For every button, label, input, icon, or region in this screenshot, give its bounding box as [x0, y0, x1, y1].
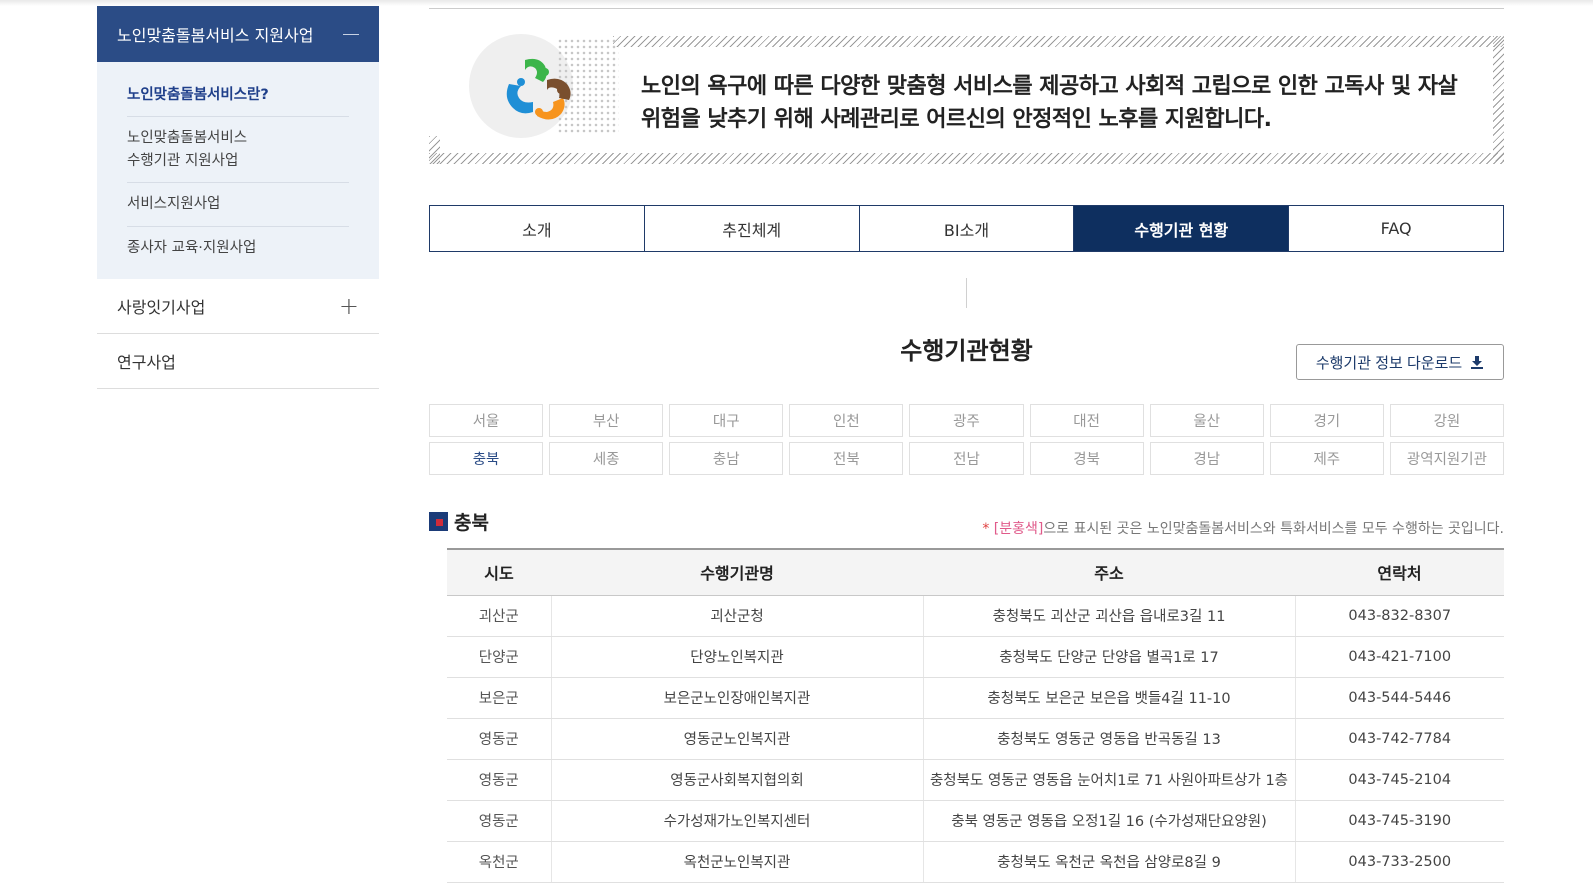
table-header-row: 시도 수행기관명 주소 연락처	[447, 548, 1504, 596]
top-divider	[429, 8, 1504, 9]
cell-phone: 043-544-5446	[1295, 677, 1504, 719]
collapse-icon[interactable]	[343, 33, 359, 35]
table-row: 괴산군 괴산군청 충청북도 괴산군 괴산읍 읍내로3길 11 043-832-8…	[447, 595, 1504, 637]
table-row: 영동군 수가성재가노인복지센터 충북 영동군 영동읍 오정1길 16 (수가성재…	[447, 800, 1504, 842]
cell-agency: 영동군노인복지관	[551, 718, 924, 760]
tab-intro[interactable]: 소개	[430, 206, 645, 251]
header-agency-name: 수행기관명	[551, 548, 923, 596]
sidebar-item-label: 사랑잇기사업	[117, 298, 206, 318]
region-busan[interactable]: 부산	[549, 404, 664, 437]
cell-phone: 043-421-7100	[1295, 636, 1504, 678]
region-gyeongbuk[interactable]: 경북	[1029, 442, 1144, 475]
download-button-label: 수행기관 정보 다운로드	[1315, 354, 1463, 372]
tab-faq[interactable]: FAQ	[1289, 206, 1503, 251]
region-gyeonggi[interactable]: 경기	[1269, 404, 1384, 437]
tab-bi-intro[interactable]: BI소개	[859, 206, 1075, 251]
cell-address: 충청북도 괴산군 괴산읍 읍내로3길 11	[923, 595, 1296, 637]
region-chungnam[interactable]: 충남	[669, 442, 784, 475]
cell-address: 충청북도 단양군 단양읍 별곡1로 17	[923, 636, 1296, 678]
cell-address: 충북 영동군 영동읍 오정1길 16 (수가성재단요양원)	[923, 800, 1296, 842]
cell-region: 영동군	[447, 759, 552, 801]
intro-banner: 노인의 욕구에 따른 다양한 맞춤형 서비스를 제공하고 사회적 고립으로 인한…	[429, 26, 1504, 164]
cell-address: 충청북도 영동군 영동읍 반곡동길 13	[923, 718, 1296, 760]
table-row: 보은군 보은군노인장애인복지관 충청북도 보은군 보은읍 뱃들4길 11-10 …	[447, 677, 1504, 719]
cell-agency: 영동군사회복지협의회	[551, 759, 924, 801]
tab-bar: 소개 추진체계 BI소개 수행기관 현황 FAQ	[429, 205, 1504, 252]
banner-hatch-top	[613, 36, 1504, 47]
download-icon	[1471, 356, 1484, 369]
cell-agency: 옥천군노인복지관	[551, 841, 924, 883]
sidebar-item-label: 연구사업	[117, 353, 176, 373]
cell-agency: 수가성재가노인복지센터	[551, 800, 924, 842]
note-highlight: [분홍색]	[993, 521, 1044, 537]
sidebar-header[interactable]: 노인맞춤돌봄서비스 지원사업	[97, 6, 379, 62]
region-jeonnam[interactable]: 전남	[909, 442, 1024, 475]
expand-plus-icon[interactable]: +	[339, 294, 359, 318]
cell-region: 단양군	[447, 636, 552, 678]
cell-address: 충청북도 영동군 영동읍 눈어치1로 71 사원아파트상가 1층	[923, 759, 1296, 801]
service-logo-icon	[506, 58, 571, 120]
tab-agency-status[interactable]: 수행기관 현황	[1074, 206, 1290, 251]
cell-phone: 043-733-2500	[1295, 841, 1504, 883]
header-address: 주소	[923, 548, 1295, 596]
sidebar: 노인맞춤돌봄서비스 지원사업 노인맞춤돌봄서비스란? 노인맞춤돌봄서비스 수행기…	[97, 6, 379, 390]
region-ulsan[interactable]: 울산	[1149, 404, 1264, 437]
table-row: 옥천군 옥천군노인복지관 충청북도 옥천군 옥천읍 삼양로8길 9 043-73…	[447, 841, 1504, 883]
cell-address: 충청북도 옥천군 옥천읍 삼양로8길 9	[923, 841, 1296, 883]
header-contact: 연락처	[1295, 548, 1504, 596]
sidebar-header-label: 노인맞춤돌봄서비스 지원사업	[117, 26, 314, 45]
region-incheon[interactable]: 인천	[789, 404, 904, 437]
header-region: 시도	[447, 548, 551, 596]
cell-address: 충청북도 보은군 보은읍 뱃들4길 11-10	[923, 677, 1296, 719]
region-filter-grid: 서울 부산 대구 인천 광주 대전 울산 경기 강원 충북 세종 충남 전북 전…	[429, 404, 1504, 475]
agency-table: 시도 수행기관명 주소 연락처 괴산군 괴산군청 충청북도 괴산군 괴산읍 읍내…	[447, 548, 1504, 883]
region-gwangju[interactable]: 광주	[909, 404, 1024, 437]
sidebar-item-love-connect[interactable]: 사랑잇기사업 +	[97, 279, 379, 335]
table-row: 영동군 영동군사회복지협의회 충청북도 영동군 영동읍 눈어치1로 71 사원아…	[447, 759, 1504, 801]
region-metro-support[interactable]: 광역지원기관	[1389, 442, 1504, 475]
legend-note: * [분홍색]으로 표시된 곳은 노인맞춤돌봄서비스와 특화서비스를 모두 수행…	[982, 518, 1504, 538]
note-star: *	[982, 521, 990, 537]
cell-phone: 043-832-8307	[1295, 595, 1504, 637]
note-text: 으로 표시된 곳은 노인맞춤돌봄서비스와 특화서비스를 모두 수행하는 곳입니다…	[1043, 521, 1504, 537]
cell-agency: 단양노인복지관	[551, 636, 924, 678]
sidebar-subitem-intro[interactable]: 노인맞춤돌봄서비스란?	[127, 74, 349, 118]
cell-phone: 043-745-3190	[1295, 800, 1504, 842]
table-row: 단양군 단양노인복지관 충청북도 단양군 단양읍 별곡1로 17 043-421…	[447, 636, 1504, 678]
sidebar-submenu: 노인맞춤돌봄서비스란? 노인맞춤돌봄서비스 수행기관 지원사업 서비스지원사업 …	[97, 62, 379, 280]
region-seoul[interactable]: 서울	[429, 404, 544, 437]
region-jeonbuk[interactable]: 전북	[789, 442, 904, 475]
cell-region: 영동군	[447, 718, 552, 760]
region-chungbuk[interactable]: 충북	[429, 442, 544, 475]
cell-region: 괴산군	[447, 595, 552, 637]
region-daejeon[interactable]: 대전	[1029, 404, 1144, 437]
banner-hatch-bottom	[429, 153, 1504, 164]
banner-hatch-right	[1493, 36, 1504, 161]
sidebar-item-research[interactable]: 연구사업	[97, 334, 379, 390]
sidebar-subitem-agency-support[interactable]: 노인맞춤돌봄서비스 수행기관 지원사업	[127, 117, 349, 184]
region-heading-label: 충북	[454, 512, 489, 534]
cell-phone: 043-745-2104	[1295, 759, 1504, 801]
cell-agency: 보은군노인장애인복지관	[551, 677, 924, 719]
sidebar-subitem-service-support[interactable]: 서비스지원사업	[127, 183, 349, 227]
region-heading: 충북	[429, 508, 489, 535]
region-daegu[interactable]: 대구	[669, 404, 784, 437]
table-row: 영동군 영동군노인복지관 충청북도 영동군 영동읍 반곡동길 13 043-74…	[447, 718, 1504, 760]
region-jeju[interactable]: 제주	[1269, 442, 1384, 475]
cell-phone: 043-742-7784	[1295, 718, 1504, 760]
sidebar-subitem-staff-training[interactable]: 종사자 교육·지원사업	[127, 227, 349, 269]
banner-description: 노인의 욕구에 따른 다양한 맞춤형 서비스를 제공하고 사회적 고립으로 인한…	[641, 74, 1458, 132]
cell-region: 보은군	[447, 677, 552, 719]
region-sejong[interactable]: 세종	[549, 442, 664, 475]
cell-region: 영동군	[447, 800, 552, 842]
region-gangwon[interactable]: 강원	[1389, 404, 1504, 437]
vertical-divider	[966, 278, 967, 308]
region-flag-icon	[429, 512, 448, 531]
download-button[interactable]: 수행기관 정보 다운로드	[1296, 344, 1504, 380]
region-gyeongnam[interactable]: 경남	[1149, 442, 1264, 475]
tab-promotion-system[interactable]: 추진체계	[644, 206, 860, 251]
cell-region: 옥천군	[447, 841, 552, 883]
cell-agency: 괴산군청	[551, 595, 924, 637]
